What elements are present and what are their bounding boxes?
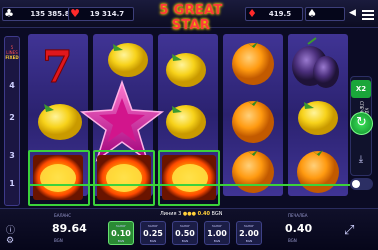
bet-currency: BGN	[245, 239, 253, 243]
info-icon[interactable]: ⓘ	[6, 223, 15, 236]
line-win-info: Линия 3 ●●● 0.40 BGN	[160, 211, 223, 217]
line-win-prefix: Линия 3	[160, 211, 182, 217]
bet-button-1.00[interactable]: ЗАЛОГ 1.00 BGN	[204, 221, 230, 245]
win-frame	[93, 150, 155, 206]
volume-icon[interactable]: ◀	[349, 8, 356, 18]
bet-currency: BGN	[181, 239, 189, 243]
jackpot-bar: ♣ 135 385.8 ♥ 19 314.7 5 GREAT STAR ♦ 41…	[0, 0, 378, 33]
win-frame	[158, 150, 220, 206]
jackpot-spades: ♠	[305, 7, 345, 21]
bottom-bar: ⓘ ⚙ БАЛАНС 89.64 BGN Линия 3 ●●● 0.40 BG…	[0, 208, 378, 250]
spades-icon: ♠	[307, 7, 317, 20]
jackpot-hearts: ♥ 19 314.7	[68, 7, 134, 21]
left-line-indicator: 5 LINES FIXED 4 2 3 1	[4, 36, 20, 206]
bet-value: 1.00	[207, 229, 227, 238]
lines-label: 5 LINES	[6, 45, 18, 55]
bet-value: 0.25	[143, 229, 163, 238]
line-number: 2	[9, 113, 15, 122]
reel-4	[223, 34, 283, 196]
balance-label: БАЛАНС	[54, 213, 72, 218]
win-value: 0.40	[285, 222, 313, 235]
clubs-icon: ♣	[4, 7, 14, 20]
lines-fixed-label: FIXED	[5, 55, 19, 60]
menu-icon[interactable]	[362, 8, 374, 20]
bet-currency: BGN	[149, 239, 157, 243]
hearts-icon: ♥	[70, 7, 80, 20]
win-frame	[28, 150, 90, 206]
line-number: 1	[9, 179, 15, 188]
jackpot-diamonds-value: 419.5	[268, 10, 292, 18]
bet-currency: BGN	[213, 239, 221, 243]
gamble-x2-button[interactable]: X2	[351, 80, 371, 98]
settings-icon[interactable]: ⚙	[6, 236, 14, 246]
bet-button-0.10[interactable]: ЗАЛОГ 0.10 BGN	[108, 221, 134, 245]
game-title: 5 GREAT STAR	[159, 3, 223, 33]
cherry-icon: ●●●	[182, 211, 196, 217]
diamonds-icon: ♦	[247, 7, 257, 20]
bet-button-0.25[interactable]: ЗАЛОГ 0.25 BGN	[140, 221, 166, 245]
jackpot-diamonds: ♦ 419.5	[245, 7, 303, 21]
win-currency: BGN	[288, 238, 297, 243]
spin-icon: ↻	[356, 115, 367, 130]
bet-currency: BGN	[117, 239, 125, 243]
bet-button-2.00[interactable]: ЗАЛОГ 2.00 BGN	[236, 221, 262, 245]
win-line	[28, 184, 350, 186]
bet-button-0.50[interactable]: ЗАЛОГ 0.50 BGN	[172, 221, 198, 245]
collect-icon[interactable]: ⤓	[351, 150, 371, 170]
bet-value: 0.50	[175, 229, 195, 238]
line-win-amount: 0.40	[197, 211, 210, 217]
line-number: 4	[9, 81, 15, 90]
balance-currency: BGN	[54, 238, 63, 243]
bet-value: 0.10	[111, 229, 131, 238]
win-label: ПЕЧАЛБА	[288, 213, 308, 218]
line-win-currency: BGN	[211, 211, 223, 217]
fullscreen-icon[interactable]: ⤢	[344, 223, 354, 238]
autoplay-toggle[interactable]	[350, 178, 373, 190]
reel-5	[288, 34, 348, 196]
spin-button[interactable]: ↻	[350, 112, 373, 135]
balance-value: 89.64	[52, 222, 87, 235]
line-number: 3	[9, 151, 15, 160]
jackpot-hearts-value: 19 314.7	[89, 10, 125, 18]
bet-value: 2.00	[239, 229, 259, 238]
